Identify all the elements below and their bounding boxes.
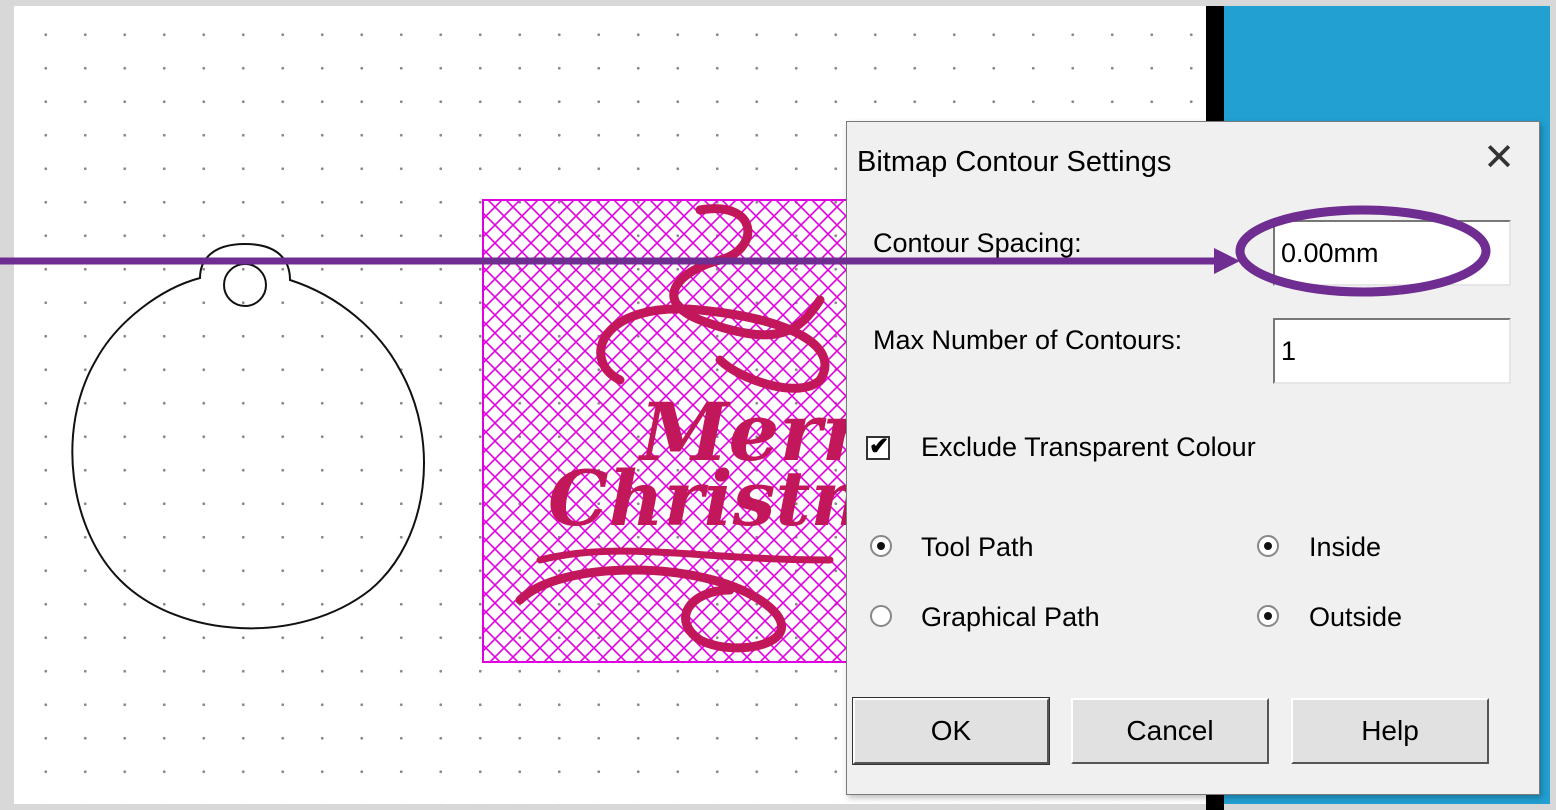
help-button[interactable]: Help — [1291, 698, 1489, 764]
dialog-title: Bitmap Contour Settings — [857, 146, 1172, 178]
close-icon[interactable]: ✕ — [1475, 134, 1523, 182]
graphical-path-radio[interactable] — [870, 605, 892, 627]
exclude-transparent-label: Exclude Transparent Colour — [921, 432, 1256, 462]
tool-path-radio[interactable] — [870, 535, 892, 557]
max-contours-input[interactable] — [1273, 318, 1511, 384]
outside-label: Outside — [1309, 602, 1403, 632]
checkmark-icon: ✔ — [869, 433, 890, 460]
exclude-transparent-checkbox[interactable]: ✔ — [866, 433, 890, 460]
contour-spacing-label: Contour Spacing: — [873, 228, 1082, 258]
cancel-button[interactable]: Cancel — [1071, 698, 1269, 764]
inside-radio[interactable] — [1257, 535, 1279, 557]
ok-button[interactable]: OK — [852, 697, 1050, 765]
tool-path-label: Tool Path — [921, 532, 1034, 562]
bitmap-contour-settings-dialog: Bitmap Contour Settings ✕ Contour Spacin… — [846, 121, 1540, 795]
ornament-outline[interactable] — [71, 242, 425, 630]
graphical-path-label: Graphical Path — [921, 602, 1100, 632]
max-contours-label: Max Number of Contours: — [873, 325, 1183, 355]
inside-label: Inside — [1309, 532, 1382, 562]
contour-spacing-input[interactable] — [1273, 220, 1511, 286]
outside-radio[interactable] — [1257, 605, 1279, 627]
